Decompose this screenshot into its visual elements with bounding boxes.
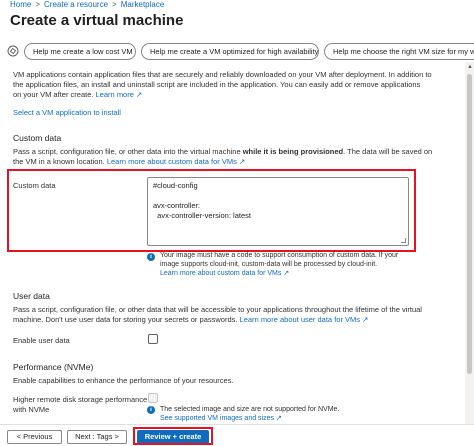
external-link-icon: ↗ [238, 157, 246, 166]
custom-data-info-link[interactable]: Learn more about custom data for VMs [160, 270, 281, 277]
footer-bar: < Previous Next : Tags > Review + create [0, 424, 474, 446]
breadcrumb-marketplace[interactable]: Marketplace [121, 0, 165, 9]
user-data-learn-more-link[interactable]: Learn more about user data for VMs [240, 315, 360, 324]
info-icon: i [147, 253, 155, 261]
custom-data-info: Your image must have a code to support c… [160, 252, 399, 277]
custom-data-label: Custom data [13, 181, 56, 190]
copilot-prompt-high-availability[interactable]: Help me create a VM optimized for high a… [141, 43, 319, 60]
user-data-heading: User data [13, 291, 50, 301]
scrollbar-thumb[interactable] [467, 74, 472, 374]
nvme-label: Higher remote disk storage performance w… [13, 395, 148, 414]
breadcrumb: Home > Create a resource > Marketplace [10, 0, 164, 9]
enable-user-data-checkbox[interactable] [148, 334, 158, 344]
previous-button[interactable]: < Previous [7, 430, 62, 444]
nvme-checkbox[interactable] [148, 393, 158, 403]
performance-description: Enable capabilities to enhance the perfo… [13, 376, 234, 385]
custom-data-heading: Custom data [13, 133, 62, 143]
user-data-description: Pass a script, configuration file, or ot… [13, 305, 422, 324]
breadcrumb-separator: > [112, 0, 117, 9]
copilot-icon [7, 45, 19, 57]
vm-apps-learn-more-link[interactable]: Learn more [96, 90, 134, 99]
custom-data-textarea[interactable]: #cloud-config avx-controller: avx-contro… [147, 177, 409, 246]
info-icon: i [147, 406, 155, 414]
more-options-icon[interactable]: ··· [162, 14, 173, 26]
custom-data-description: Pass a script, configuration file, or ot… [13, 147, 433, 166]
breadcrumb-separator: > [35, 0, 41, 9]
breadcrumb-home[interactable]: Home [10, 0, 31, 9]
external-link-icon: ↗ [283, 270, 290, 277]
nvme-supported-link[interactable]: See supported VM images and sizes [160, 415, 274, 422]
next-tags-button[interactable]: Next : Tags > [67, 430, 127, 444]
nvme-info: The selected image and size are not supp… [160, 406, 340, 422]
external-link-icon: ↗ [136, 90, 143, 99]
page-title: Create a virtual machine [10, 12, 184, 29]
external-link-icon: ↗ [275, 415, 282, 422]
copilot-prompt-vm-size[interactable]: Help me choose the right VM size for my … [324, 43, 474, 60]
custom-data-learn-more-link[interactable]: Learn more about custom data for VMs [107, 157, 237, 166]
performance-heading: Performance (NVMe) [13, 362, 94, 372]
copilot-prompt-low-cost[interactable]: Help me create a low cost VM [24, 43, 136, 60]
enable-user-data-label: Enable user data [13, 336, 70, 345]
review-create-highlight [133, 427, 213, 445]
external-link-icon: ↗ [362, 315, 369, 324]
breadcrumb-create-resource[interactable]: Create a resource [44, 0, 108, 9]
resize-handle-icon[interactable] [401, 238, 406, 243]
select-vm-application-link[interactable]: Select a VM application to install [13, 108, 121, 117]
scroll-up-arrow-icon[interactable]: ▲ [467, 64, 473, 70]
vm-apps-description: VM applications contain application file… [13, 70, 432, 99]
select-vm-application: Select a VM application to install [13, 108, 121, 118]
